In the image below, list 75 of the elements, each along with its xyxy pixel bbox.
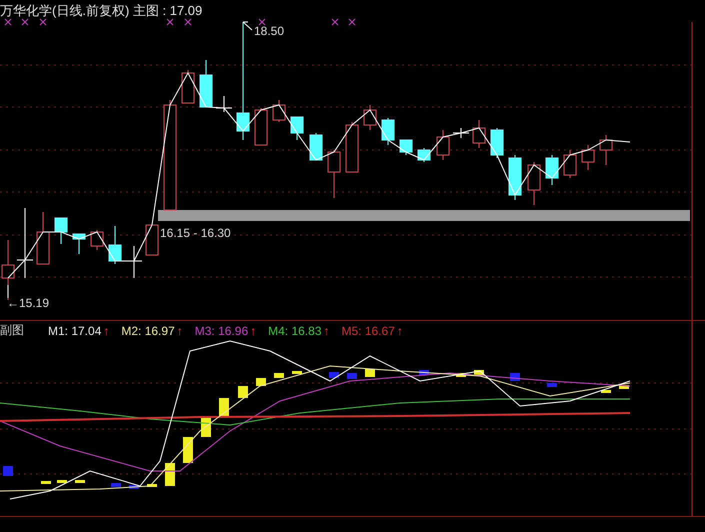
candlestick [382, 118, 394, 146]
cross-marker [258, 18, 266, 26]
cross-marker [184, 18, 192, 26]
histogram-bar [129, 485, 139, 489]
indicator-value: M1: 17.04 [48, 324, 102, 338]
candlestick [452, 128, 470, 138]
histogram-bar [419, 370, 429, 375]
histogram-bar [329, 372, 339, 378]
candlestick [146, 224, 158, 256]
candlestick [472, 120, 486, 148]
histogram-bar [365, 369, 375, 377]
histogram-bar [601, 390, 611, 393]
histogram-bar [41, 481, 51, 484]
histogram-bar [75, 480, 85, 483]
price-label: 18.50 [254, 24, 284, 38]
candlestick [16, 208, 34, 278]
indicator-value: M3: 16.96 [194, 324, 248, 338]
up-arrow: ↑ [103, 324, 110, 338]
candlestick [290, 116, 304, 140]
candlestick [90, 230, 104, 250]
candlestick [310, 132, 322, 160]
indicator-value: M5: 16.67 [342, 324, 395, 338]
cross-marker [332, 18, 338, 26]
candlestick [72, 234, 86, 254]
candlestick [216, 96, 232, 112]
candlestick [254, 108, 268, 146]
histogram-bar [3, 466, 13, 476]
candlestick [508, 154, 522, 200]
up-arrow: ↑ [324, 324, 330, 338]
candlestick [346, 122, 358, 172]
candlestick [600, 134, 612, 166]
histogram-bar [256, 378, 266, 386]
candlestick [564, 150, 576, 178]
candlestick [582, 144, 594, 170]
candlestick [200, 60, 212, 108]
up-arrow: ↑ [176, 324, 183, 338]
candlestick [54, 218, 68, 244]
price-label: 16.15 - 16.30 [160, 226, 231, 240]
candlestick [490, 128, 504, 158]
candlestick [400, 140, 412, 156]
candlestick [36, 212, 50, 264]
candlestick [528, 162, 540, 206]
histogram-bar [547, 383, 557, 387]
cross-marker [4, 18, 12, 26]
cross-marker [348, 18, 356, 26]
candlestick [182, 70, 194, 104]
histogram-bar [238, 386, 248, 398]
price-label: ←15.19 [7, 296, 50, 310]
histogram-bar [165, 463, 175, 486]
candlestick [436, 130, 450, 160]
panel-title: 副图 [0, 322, 24, 339]
leader-line [242, 22, 252, 30]
cross-marker [22, 18, 28, 26]
candlestick [546, 154, 558, 186]
histogram-bar [274, 373, 284, 378]
candlestick [108, 226, 122, 264]
cross-marker [40, 18, 46, 26]
histogram-bar [619, 385, 629, 389]
candlestick [328, 150, 340, 198]
histogram-bar [111, 483, 121, 487]
chart-title: 万华化学(日线.前复权) 主图 : 17.09 [0, 2, 202, 20]
up-arrow: ↑ [250, 324, 256, 338]
candlestick [364, 104, 376, 130]
candlestick [272, 100, 286, 122]
histogram-bar [183, 437, 193, 463]
candlestick [2, 240, 14, 300]
indicator-value: M4: 16.83 [268, 324, 322, 338]
cross-marker [166, 18, 174, 26]
histogram-bar [147, 484, 157, 487]
histogram-bar [292, 371, 302, 374]
up-arrow: ↑ [396, 324, 403, 338]
histogram-bar [347, 373, 357, 379]
indicator-value: M2: 16.97 [121, 324, 175, 338]
histogram-bar [57, 480, 67, 483]
histogram-bar [456, 373, 466, 377]
